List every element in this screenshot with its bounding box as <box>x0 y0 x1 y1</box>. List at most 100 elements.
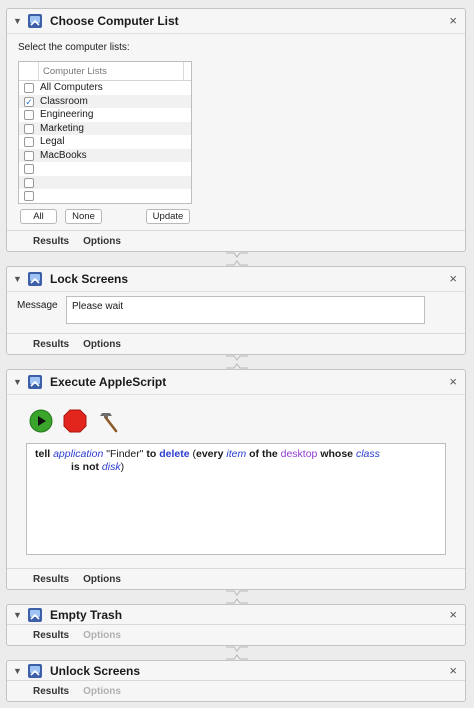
list-item[interactable]: All Computers <box>19 81 191 95</box>
disclosure-triangle-icon[interactable]: ▼ <box>13 610 27 620</box>
action-title: Choose Computer List <box>50 14 179 28</box>
action-header[interactable]: ▼ Lock Screens × <box>7 267 465 292</box>
connector-icon <box>226 252 248 266</box>
list-item[interactable]: MacBooks <box>19 148 191 162</box>
script-token: ) <box>120 461 125 473</box>
results-tab[interactable]: Results <box>33 630 69 641</box>
list-item-label: Legal <box>40 136 65 147</box>
list-item[interactable]: Marketing <box>19 121 191 135</box>
action-header[interactable]: ▼ Unlock Screens × <box>7 661 465 681</box>
results-tab[interactable]: Results <box>33 236 69 247</box>
table-header: Computer Lists <box>19 62 191 81</box>
action-choose-computer-list: ▼ Choose Computer List × Select the comp… <box>6 8 466 252</box>
action-footer: Results Options <box>7 680 465 701</box>
connector-icon <box>226 355 248 369</box>
stop-icon[interactable] <box>63 409 87 433</box>
script-line-2: is not disk) <box>35 461 437 474</box>
action-title: Lock Screens <box>50 272 129 286</box>
action-execute-applescript: ▼ Execute AppleScript × tell application… <box>6 369 466 590</box>
action-footer: Results Options <box>7 624 465 645</box>
disclosure-triangle-icon[interactable]: ▼ <box>13 16 27 26</box>
none-button[interactable]: None <box>65 209 102 224</box>
automator-action-icon <box>27 663 43 679</box>
list-item[interactable]: Engineering <box>19 108 191 122</box>
action-footer: Results Options <box>7 333 465 354</box>
column-header[interactable]: Computer Lists <box>38 62 184 81</box>
list-item-label: Engineering <box>40 109 94 120</box>
script-token: of the <box>249 448 278 460</box>
action-body: Select the computer lists: Computer List… <box>7 34 465 251</box>
all-button[interactable]: All <box>20 209 57 224</box>
list-checkbox[interactable] <box>24 83 34 93</box>
computer-lists-table[interactable]: Computer Lists All Computers ✓ Classroom En… <box>18 61 192 204</box>
list-checkbox[interactable] <box>24 177 34 188</box>
action-unlock-screens: ▼ Unlock Screens × Results Options <box>6 660 466 702</box>
list-item-label: All Computers <box>40 82 103 93</box>
action-header[interactable]: ▼ Choose Computer List × <box>7 9 465 34</box>
action-footer: Results Options <box>7 230 465 251</box>
script-token: tell <box>35 448 51 460</box>
list-item[interactable]: Legal <box>19 135 191 149</box>
close-icon[interactable]: × <box>449 271 457 286</box>
list-checkbox[interactable] <box>24 137 34 147</box>
list-prompt: Select the computer lists: <box>18 42 130 53</box>
table-rows: All Computers ✓ Classroom Engineering Market… <box>19 81 191 203</box>
compile-hammer-icon[interactable] <box>96 409 120 433</box>
list-item[interactable] <box>19 189 191 203</box>
results-tab[interactable]: Results <box>33 686 69 697</box>
list-checkbox[interactable] <box>24 150 34 161</box>
script-token: whose <box>320 448 354 460</box>
message-field[interactable]: Please wait <box>66 296 425 324</box>
automator-action-icon <box>27 13 43 29</box>
action-header[interactable]: ▼ Execute AppleScript × <box>7 370 465 395</box>
close-icon[interactable]: × <box>449 663 457 678</box>
script-token: delete <box>159 448 190 460</box>
options-tab[interactable]: Options <box>83 339 121 350</box>
list-item[interactable]: ✓ Classroom <box>19 94 191 108</box>
script-token: to <box>146 448 157 460</box>
run-icon[interactable] <box>29 409 53 433</box>
script-token: "Finder" <box>106 448 144 460</box>
options-tab[interactable]: Options <box>83 236 121 247</box>
action-empty-trash: ▼ Empty Trash × Results Options <box>6 604 466 646</box>
close-icon[interactable]: × <box>449 607 457 622</box>
list-item[interactable] <box>19 175 191 189</box>
list-item-label: Classroom <box>40 95 88 107</box>
disclosure-triangle-icon[interactable]: ▼ <box>13 274 27 284</box>
list-checkbox[interactable]: ✓ <box>24 96 34 107</box>
script-editor[interactable]: tell application "Finder" to delete (eve… <box>26 443 446 555</box>
options-tab[interactable]: Options <box>83 574 121 585</box>
list-checkbox[interactable] <box>24 191 34 201</box>
action-body: Message Please wait Results Options <box>7 292 465 354</box>
results-tab[interactable]: Results <box>33 339 69 350</box>
disclosure-triangle-icon[interactable]: ▼ <box>13 377 27 387</box>
list-checkbox[interactable] <box>24 110 34 120</box>
list-checkbox[interactable] <box>24 164 34 174</box>
connector-icon <box>226 590 248 604</box>
options-tab: Options <box>83 629 121 641</box>
close-icon[interactable]: × <box>449 13 457 28</box>
list-item[interactable] <box>19 162 191 176</box>
results-tab[interactable]: Results <box>33 574 69 585</box>
message-label: Message <box>17 300 58 311</box>
automator-action-icon <box>27 374 43 390</box>
automator-action-icon <box>27 607 43 623</box>
script-token: class <box>355 448 380 460</box>
action-footer: Results Options <box>7 568 465 589</box>
connector-icon <box>226 646 248 660</box>
disclosure-triangle-icon[interactable]: ▼ <box>13 666 27 676</box>
action-header[interactable]: ▼ Empty Trash × <box>7 605 465 625</box>
list-item-label: MacBooks <box>40 149 87 161</box>
action-title: Unlock Screens <box>50 664 141 678</box>
list-item-label: Marketing <box>40 122 84 134</box>
script-token: every <box>195 448 224 460</box>
update-button[interactable]: Update <box>146 209 190 224</box>
close-icon[interactable]: × <box>449 374 457 389</box>
script-token: disk <box>101 461 121 473</box>
action-title: Execute AppleScript <box>50 375 167 389</box>
automator-action-icon <box>27 271 43 287</box>
script-token: application <box>53 448 104 460</box>
action-lock-screens: ▼ Lock Screens × Message Please wait Res… <box>6 266 466 355</box>
script-line-1: tell application "Finder" to delete (eve… <box>35 448 437 461</box>
list-checkbox[interactable] <box>24 123 34 134</box>
